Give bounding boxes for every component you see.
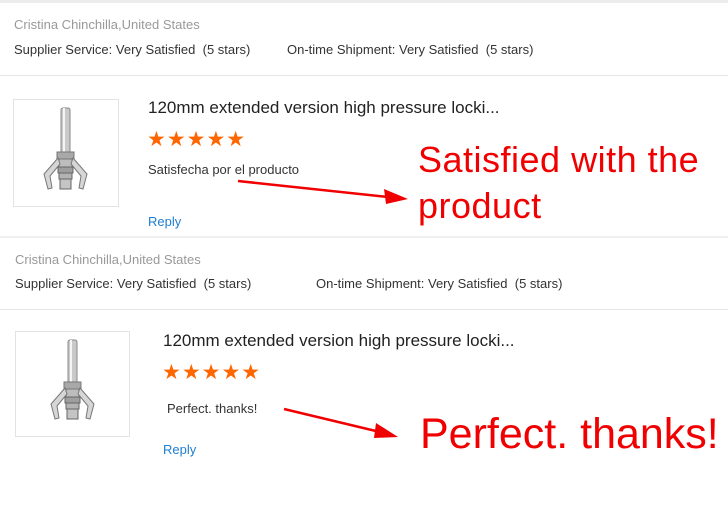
shipment-rating: On-time Shipment: Very Satisfied (5 star… <box>316 276 562 291</box>
grease-coupler-tool-icon <box>50 339 95 420</box>
product-thumbnail[interactable] <box>15 331 130 437</box>
supplier-service-rating: Supplier Service: Very Satisfied (5 star… <box>15 276 251 291</box>
annotation-line-2: product <box>418 185 542 226</box>
review-separator <box>0 236 728 238</box>
shipment-label: On-time Shipment: <box>316 276 425 291</box>
supplier-service-value: Very Satisfied <box>115 42 196 57</box>
star-rating: ★★★★★ <box>162 361 262 384</box>
shipment-label: On-time Shipment: <box>287 42 396 57</box>
supplier-service-rating: Supplier Service: Very Satisfied (5 star… <box>14 42 250 57</box>
shipment-rating: On-time Shipment: Very Satisfied (5 star… <box>287 42 533 57</box>
reviewer-name: Cristina Chinchilla,United States <box>15 252 201 267</box>
red-arrow-icon <box>283 407 398 438</box>
annotation-text: Satisfied with the product <box>418 137 699 229</box>
reply-link[interactable]: Reply <box>163 442 196 457</box>
product-title[interactable]: 120mm extended version high pressure loc… <box>163 331 515 351</box>
review-comment: Perfect. thanks! <box>167 401 258 416</box>
grease-coupler-tool-icon <box>43 107 88 190</box>
annotation-line-1: Satisfied with the <box>418 139 700 180</box>
shipment-stars: (5 stars) <box>485 42 534 57</box>
top-border <box>0 0 728 3</box>
reviewer-name: Cristina Chinchilla,United States <box>14 17 200 32</box>
product-thumbnail[interactable] <box>13 99 119 207</box>
shipment-value: Very Satisfied <box>428 276 508 291</box>
review-comment: Satisfecha por el producto <box>148 162 300 177</box>
shipment-value: Very Satisfied <box>399 42 479 57</box>
supplier-service-stars: (5 stars) <box>202 42 251 57</box>
supplier-service-value: Very Satisfied <box>116 276 197 291</box>
annotation-text: Perfect. thanks! <box>420 410 719 458</box>
divider <box>0 75 728 76</box>
divider <box>0 309 728 310</box>
red-arrow-icon <box>237 179 408 204</box>
supplier-service-label: Supplier Service: <box>15 276 114 291</box>
shipment-stars: (5 stars) <box>514 276 563 291</box>
reply-link[interactable]: Reply <box>148 214 181 229</box>
supplier-service-stars: (5 stars) <box>203 276 252 291</box>
product-title[interactable]: 120mm extended version high pressure loc… <box>148 98 500 118</box>
star-rating: ★★★★★ <box>147 128 247 151</box>
supplier-service-label: Supplier Service: <box>14 42 113 57</box>
